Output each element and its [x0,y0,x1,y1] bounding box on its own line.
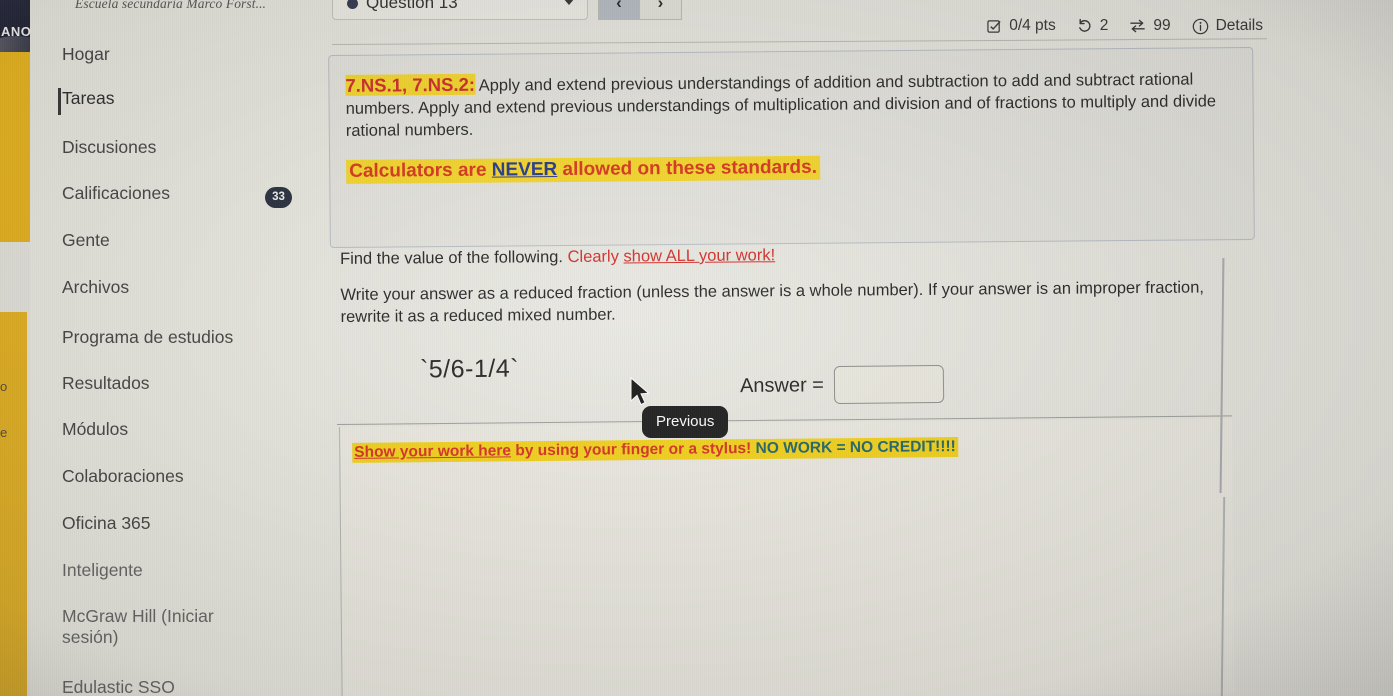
edge-letter-o: o [0,379,8,394]
sidebar-item-label: Oficina 365 [62,513,151,533]
breadcrumb[interactable]: Escuela secundaria Marco Forst... [75,0,266,12]
sidebar-item-label: Gente [62,230,110,250]
chevron-down-icon[interactable] [563,0,575,5]
sidebar-item-discusiones[interactable]: Discusiones [30,137,332,158]
standards-description: Apply and extend previous understandings… [345,70,1217,140]
sidebar-item-m-dulos[interactable]: Módulos [30,419,332,440]
question-selector[interactable]: Question 13 [332,0,588,20]
sidebar-item-label: Inteligente [62,560,143,580]
sidebar-item-gente[interactable]: Gente [30,230,332,251]
previous-question-button[interactable]: ‹ [598,0,640,20]
answer-label: Answer = [739,373,825,397]
sidebar-item-label: Archivos [62,277,130,297]
calculator-warning: Calculators are NEVER allowed on these s… [346,155,821,184]
answer-row: Answer = [739,364,945,405]
sidebar-item-mcgraw-hill-iniciar-sesi-n[interactable]: McGraw Hill (Iniciar sesión) [30,606,332,649]
math-expression: `5/6-1/4` [419,354,520,384]
sidebar-item-resultados[interactable]: Resultados [30,373,332,394]
left-edge-gold-panel-top [0,52,30,242]
sidebar-badge-count: 33 [265,187,292,208]
sidebar-item-label: Resultados [62,373,150,393]
work-area-caption: Show your work here by using your finger… [352,437,958,463]
prompt-line-2: Write your answer as a reduced fraction … [340,278,1205,326]
sidebar-item-label: Módulos [62,419,129,439]
standards-callout: 7.NS.1, 7.NS.2: Apply and extend previou… [328,46,1255,249]
sidebar-item-colaboraciones[interactable]: Colaboraciones [30,466,332,487]
standards-code: 7.NS.1, 7.NS.2: [345,73,476,96]
sidebar-item-label: Hogar [62,44,110,64]
left-edge-gold-panel-bottom: o e [0,312,27,696]
sidebar-item-archivos[interactable]: Archivos [30,277,332,298]
checkbox-icon [987,19,1002,34]
show-your-work-canvas[interactable]: Show your work here by using your finger… [339,418,1235,696]
sidebar-item-programa-de-estudios[interactable]: Programa de estudios [30,327,332,348]
sidebar-item-label: Programa de estudios [62,327,234,347]
next-question-button[interactable]: › [640,0,682,20]
logo-text: ANO [1,24,32,39]
sidebar-item-label: Calificaciones [62,183,170,203]
work-caption-no-credit: NO WORK = NO CREDIT!!!! [751,438,956,458]
points-value: 0/4 pts [1009,17,1056,34]
prompt-show-all-work: show ALL your work! [623,246,776,266]
calculator-warning-pre: Calculators are [349,159,492,182]
previous-tooltip: Previous [642,406,729,438]
question-status-dot-icon [347,0,358,9]
work-caption-red: Show your work here by using your finger… [354,440,751,461]
work-caption-underlined: Show your work here [354,442,512,461]
sidebar-item-label: Colaboraciones [62,466,184,486]
sidebar-item-calificaciones[interactable]: Calificaciones 33 [30,183,332,208]
question-prompt: Find the value of the following. Clearly… [340,241,1241,329]
sidebar-item-tareas[interactable]: Tareas [30,88,332,115]
edge-letter-e: e [0,425,8,440]
answer-input[interactable] [833,364,945,405]
screenshot-root: ANO o e Escuela secundaria Marco Forst..… [0,0,1393,696]
brand-logo-block: ANO [0,0,46,62]
attempts-value: 2 [1099,17,1109,34]
sidebar-item-oficina-365[interactable]: Oficina 365 [30,513,332,534]
standards-text: 7.NS.1, 7.NS.2: Apply and extend previou… [345,66,1233,143]
undo-attempts-icon [1077,18,1093,34]
prompt-line-1-black: Find the value of the following. [340,248,568,268]
sidebar-item-label: Discusiones [62,137,157,157]
header-divider [331,38,1267,45]
retries-value: 99 [1153,17,1171,34]
sidebar-item-label: Edulastic SSO [62,677,175,696]
sidebar-item-inteligente[interactable]: Inteligente [30,560,332,581]
info-icon[interactable] [1192,18,1209,35]
sidebar-item-hogar[interactable]: Hogar [30,44,332,65]
calculator-warning-never: NEVER [491,158,558,181]
question-label: Question 13 [366,0,458,12]
sidebar-item-label: McGraw Hill (Iniciar sesión) [62,606,214,648]
sidebar-item-label: Tareas [62,88,115,108]
question-pane: Question 13 ‹ › 0/4 pts 2 99 Details 7.N… [328,0,1393,696]
work-caption-rest: by using your finger or a stylus! [510,440,752,460]
active-indicator [58,88,61,115]
question-meta-bar: 0/4 pts 2 99 Details [987,17,1263,35]
calculator-warning-post: allowed on these standards. [557,156,818,180]
sidebar-item-edulastic-sso[interactable]: Edulastic SSO [30,677,332,696]
prompt-line-1-red: Clearly show ALL your work! [567,246,775,266]
prompt-clearly: Clearly [567,247,624,267]
retry-swap-icon [1129,18,1146,34]
course-sidebar: Escuela secundaria Marco Forst... Hogar T… [30,0,332,696]
details-link[interactable]: Details [1216,17,1263,35]
